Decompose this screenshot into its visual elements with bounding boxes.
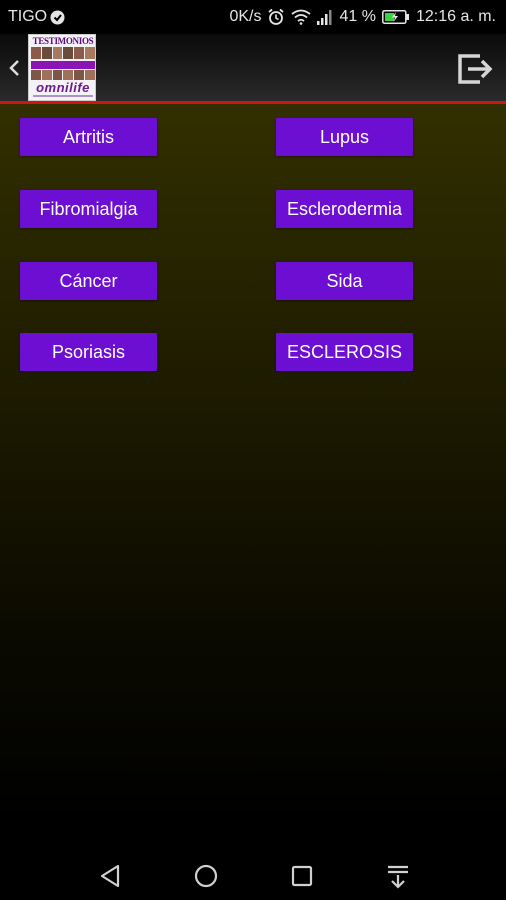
status-left: TIGO: [8, 8, 65, 26]
data-speed-label: 0K/s: [229, 8, 262, 25]
content-area: Artritis Fibromialgia Cáncer Psoriasis L…: [0, 104, 506, 824]
nav-back-icon[interactable]: [96, 862, 124, 890]
logo-brand: omnilife: [36, 80, 90, 95]
exit-icon[interactable]: [454, 48, 494, 88]
logo-title: TESTIMONIOS: [32, 36, 94, 46]
sida-button[interactable]: Sida: [276, 262, 413, 300]
fibromialgia-button[interactable]: Fibromialgia: [20, 190, 157, 228]
alarm-icon: [267, 8, 285, 26]
status-right: 0K/s 41 % 12:16 a. m.: [229, 8, 496, 26]
carrier-badge-icon: [50, 10, 65, 25]
system-nav-bar: [0, 850, 506, 900]
nav-notifications-icon[interactable]: [384, 862, 412, 890]
logo-photo-strip: [31, 47, 95, 59]
status-bar: TIGO 0K/s 41 % 12:16 a. m.: [0, 0, 506, 34]
app-toolbar: TESTIMONIOS omnilife: [0, 34, 506, 101]
screen: TIGO 0K/s 41 % 12:16 a. m. TESTIMONIOS o…: [0, 0, 506, 900]
battery-percent-label: 41 %: [339, 8, 376, 25]
logo-tagline: [33, 95, 93, 97]
carrier-label: TIGO: [8, 8, 48, 25]
logo-photo-strip-2: [31, 70, 95, 80]
psoriasis-button[interactable]: Psoriasis: [20, 333, 157, 371]
logo-band: [31, 61, 95, 69]
clock-label: 12:16 a. m.: [415, 8, 496, 25]
nav-home-icon[interactable]: [192, 862, 220, 890]
esclerosis-button[interactable]: ESCLEROSIS: [276, 333, 413, 371]
cancer-button[interactable]: Cáncer: [20, 262, 157, 300]
app-logo: TESTIMONIOS omnilife: [28, 34, 96, 101]
nav-recents-icon[interactable]: [288, 862, 316, 890]
back-arrow-icon[interactable]: [6, 56, 24, 80]
wifi-icon: [291, 9, 312, 25]
lupus-button[interactable]: Lupus: [276, 118, 413, 156]
esclerodermia-button[interactable]: Esclerodermia: [276, 190, 413, 228]
artritis-button[interactable]: Artritis: [20, 118, 157, 156]
signal-icon: [317, 9, 333, 25]
battery-icon: [382, 10, 410, 24]
